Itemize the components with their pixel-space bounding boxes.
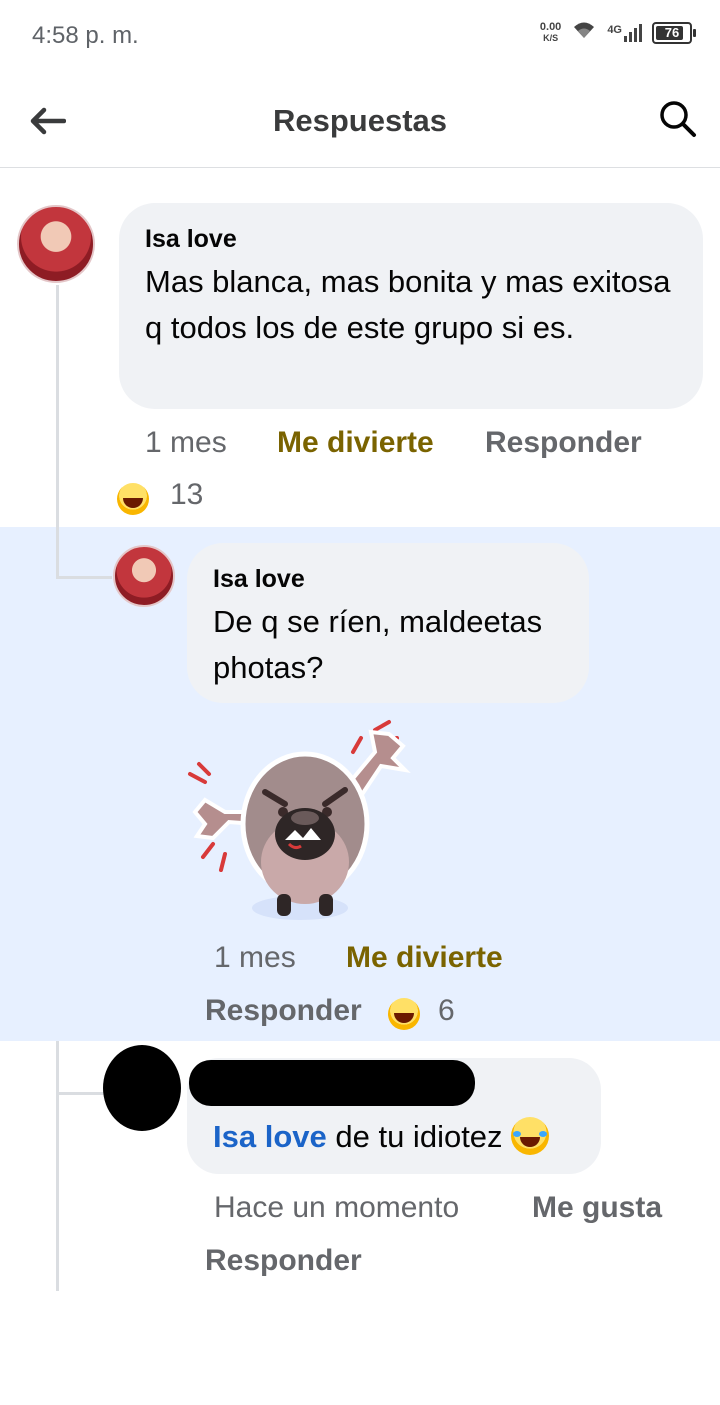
wifi-icon <box>571 20 597 45</box>
haha-reaction-icon[interactable] <box>117 483 149 515</box>
comment-bubble[interactable]: Isa love De q se ríen, maldeetas photas? <box>187 543 589 703</box>
network-speed-value: 0.00 <box>539 20 562 33</box>
battery-icon: 76 <box>652 21 696 44</box>
comment-text: De q se ríen, maldeetas photas? <box>213 604 543 685</box>
app-header: Respuestas <box>0 75 720 168</box>
network-type: 4G <box>607 23 622 36</box>
comment-text: de tu idiotez <box>335 1119 503 1154</box>
status-icons: 0.00 K/S 4G 76 <box>539 20 696 45</box>
avatar-redacted[interactable] <box>103 1045 181 1131</box>
search-icon <box>660 101 696 137</box>
thread-line <box>56 285 59 577</box>
reaction-button[interactable]: Me divierte <box>277 426 434 460</box>
comment-author[interactable]: Isa love <box>145 225 237 254</box>
comment-author[interactable]: Isa love <box>213 565 305 594</box>
reply-button[interactable]: Responder <box>205 994 362 1028</box>
comment-time: Hace un momento <box>214 1191 460 1224</box>
like-button[interactable]: Me gusta <box>532 1191 662 1225</box>
reply-button[interactable]: Responder <box>205 1244 362 1278</box>
comment-bubble[interactable]: Isa love Mas blanca, mas bonita y mas ex… <box>119 203 703 409</box>
reaction-count[interactable]: 6 <box>438 994 455 1028</box>
cell-signal-icon: 4G <box>607 23 642 42</box>
mention-link[interactable]: Isa love <box>213 1119 327 1154</box>
comment-text-line: Isa love de tu idiotez <box>213 1114 550 1160</box>
battery-level: 76 <box>664 25 680 40</box>
status-bar: 4:58 p. m. 0.00 K/S 4G 76 <box>0 0 720 75</box>
comment-bubble[interactable]: Isa love de tu idiotez <box>187 1058 601 1174</box>
avatar[interactable] <box>113 545 175 607</box>
redacted-author <box>189 1060 475 1106</box>
network-speed: 0.00 K/S <box>539 20 562 44</box>
network-speed-unit: K/S <box>543 32 559 43</box>
comment-text: Mas blanca, mas bonita y mas exitosa q t… <box>145 264 671 345</box>
page-title: Respuestas <box>272 103 448 138</box>
thread-line <box>56 1041 59 1291</box>
angry-creature-icon <box>188 720 411 920</box>
thread-connector <box>56 1092 104 1095</box>
search-button[interactable] <box>656 97 700 141</box>
reply-button[interactable]: Responder <box>485 426 642 460</box>
thread-connector <box>56 576 112 579</box>
reaction-count[interactable]: 13 <box>170 478 203 512</box>
comment-time: 1 mes <box>214 941 296 974</box>
angry-sticker[interactable] <box>185 712 415 927</box>
haha-reaction-icon[interactable] <box>388 998 420 1030</box>
crying-laughing-emoji-icon <box>511 1116 550 1155</box>
comment-time: 1 mes <box>145 426 227 459</box>
avatar[interactable] <box>17 205 95 283</box>
status-time: 4:58 p. m. <box>32 22 139 49</box>
reaction-button[interactable]: Me divierte <box>346 941 503 975</box>
